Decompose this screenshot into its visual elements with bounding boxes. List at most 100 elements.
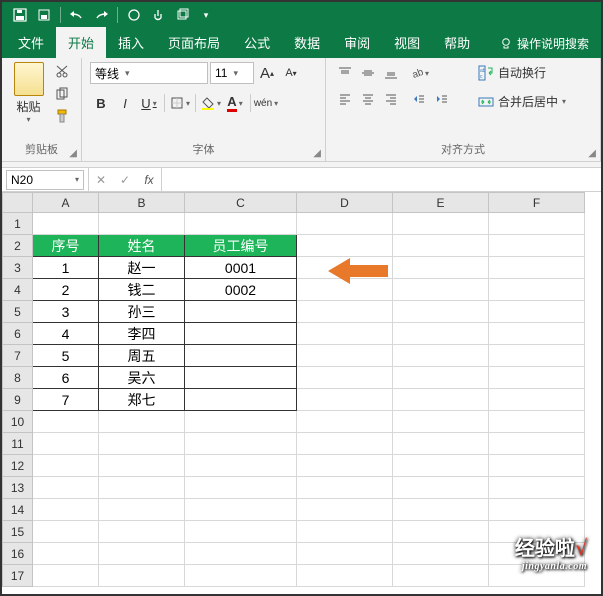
align-middle-icon[interactable] — [357, 62, 379, 84]
redo-icon[interactable] — [92, 6, 110, 24]
cell[interactable]: 2 — [33, 279, 99, 301]
cell[interactable] — [297, 323, 393, 345]
row-header[interactable]: 2 — [3, 235, 33, 257]
cell[interactable] — [185, 521, 297, 543]
cell[interactable] — [297, 411, 393, 433]
dialog-launcher-icon[interactable]: ◢ — [588, 148, 596, 159]
enter-icon[interactable]: ✓ — [113, 168, 137, 191]
row-header[interactable]: 4 — [3, 279, 33, 301]
cell[interactable] — [297, 521, 393, 543]
merge-center-button[interactable]: 合并后居中 ▾ — [474, 91, 570, 112]
font-name-combo[interactable]: 等线▾ — [90, 62, 208, 84]
cell[interactable]: 吴六 — [99, 367, 185, 389]
cell[interactable] — [185, 323, 297, 345]
row-header[interactable]: 17 — [3, 565, 33, 587]
cell[interactable]: 6 — [33, 367, 99, 389]
dialog-launcher-icon[interactable]: ◢ — [69, 148, 77, 159]
cell[interactable] — [33, 521, 99, 543]
cell[interactable] — [489, 301, 585, 323]
cell[interactable]: 3 — [33, 301, 99, 323]
touch-mode-icon[interactable] — [149, 6, 167, 24]
col-header[interactable]: F — [489, 193, 585, 213]
cell[interactable] — [33, 499, 99, 521]
cell[interactable] — [489, 257, 585, 279]
cell[interactable] — [297, 301, 393, 323]
tab-home[interactable]: 开始 — [56, 27, 106, 58]
tab-formulas[interactable]: 公式 — [232, 27, 282, 58]
dialog-launcher-icon[interactable]: ◢ — [313, 148, 321, 159]
undo-icon[interactable] — [68, 6, 86, 24]
cell[interactable] — [185, 301, 297, 323]
cell[interactable]: 0001 — [185, 257, 297, 279]
cell[interactable] — [99, 565, 185, 587]
copy-icon[interactable] — [51, 84, 73, 104]
formula-input[interactable] — [162, 170, 601, 190]
cell[interactable] — [185, 565, 297, 587]
underline-button[interactable]: U▾ — [138, 92, 160, 114]
cell[interactable] — [393, 499, 489, 521]
cell[interactable]: 郑七 — [99, 389, 185, 411]
row-header[interactable]: 5 — [3, 301, 33, 323]
cell[interactable] — [297, 565, 393, 587]
decrease-font-icon[interactable]: A▾ — [280, 62, 302, 84]
cell[interactable] — [489, 213, 585, 235]
cell[interactable]: 序号 — [33, 235, 99, 257]
cell[interactable] — [297, 433, 393, 455]
cell[interactable]: 赵一 — [99, 257, 185, 279]
cell[interactable]: 孙三 — [99, 301, 185, 323]
tab-help[interactable]: 帮助 — [432, 27, 482, 58]
row-header[interactable]: 15 — [3, 521, 33, 543]
qat-circle-icon[interactable] — [125, 6, 143, 24]
cell[interactable] — [185, 455, 297, 477]
col-header[interactable]: C — [185, 193, 297, 213]
cell[interactable]: 钱二 — [99, 279, 185, 301]
bold-button[interactable]: B — [90, 92, 112, 114]
cell[interactable] — [297, 543, 393, 565]
cell[interactable]: 李四 — [99, 323, 185, 345]
fill-color-button[interactable]: ▾ — [200, 92, 222, 114]
cell[interactable] — [393, 389, 489, 411]
cell[interactable] — [297, 345, 393, 367]
align-right-icon[interactable] — [380, 88, 402, 110]
cell[interactable] — [33, 455, 99, 477]
cell[interactable] — [393, 521, 489, 543]
font-color-button[interactable]: A▾ — [224, 92, 246, 114]
cell[interactable] — [33, 477, 99, 499]
cell[interactable] — [33, 543, 99, 565]
wrap-text-button[interactable]: abc 自动换行 — [474, 62, 570, 83]
qat-dropdown[interactable]: ▾ — [197, 6, 215, 24]
cell[interactable] — [393, 257, 489, 279]
cell[interactable] — [185, 499, 297, 521]
cell[interactable] — [489, 411, 585, 433]
cell[interactable]: 5 — [33, 345, 99, 367]
qat-button[interactable] — [173, 6, 191, 24]
cell[interactable] — [99, 455, 185, 477]
cell[interactable]: 0002 — [185, 279, 297, 301]
col-header[interactable]: D — [297, 193, 393, 213]
paste-button[interactable]: 粘贴 ▾ — [10, 62, 47, 124]
cell[interactable] — [185, 345, 297, 367]
cell[interactable] — [489, 235, 585, 257]
cell[interactable] — [393, 455, 489, 477]
align-center-icon[interactable] — [357, 88, 379, 110]
tab-data[interactable]: 数据 — [282, 27, 332, 58]
row-header[interactable]: 1 — [3, 213, 33, 235]
italic-button[interactable]: I — [114, 92, 136, 114]
cell[interactable] — [33, 411, 99, 433]
cell[interactable] — [185, 389, 297, 411]
row-header[interactable]: 8 — [3, 367, 33, 389]
orientation-icon[interactable]: ab▾ — [408, 62, 430, 84]
fx-icon[interactable]: fx — [137, 168, 161, 191]
cell[interactable] — [297, 455, 393, 477]
tab-view[interactable]: 视图 — [382, 27, 432, 58]
row-header[interactable]: 10 — [3, 411, 33, 433]
row-header[interactable]: 12 — [3, 455, 33, 477]
qat-button[interactable] — [35, 6, 53, 24]
cell[interactable] — [185, 367, 297, 389]
cell[interactable] — [33, 565, 99, 587]
cell[interactable] — [185, 477, 297, 499]
row-header[interactable]: 6 — [3, 323, 33, 345]
row-header[interactable]: 11 — [3, 433, 33, 455]
cell[interactable] — [99, 477, 185, 499]
cell[interactable] — [99, 521, 185, 543]
